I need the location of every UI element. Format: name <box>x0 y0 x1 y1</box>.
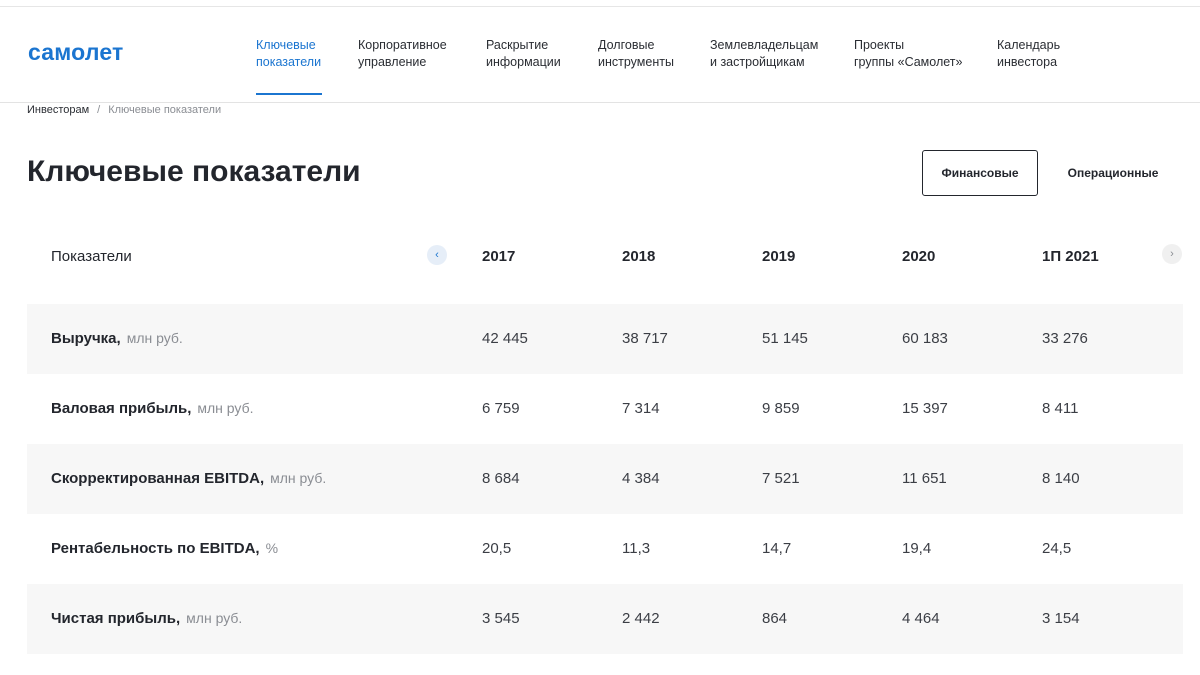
row-label: Скорректированная EBITDA, млн руб. <box>51 470 326 487</box>
page-title: Ключевые показатели <box>27 155 361 188</box>
table-row: Рентабельность по EBITDA,% 20,5 11,3 14,… <box>27 514 1183 584</box>
breadcrumb: Инвесторам / Ключевые показатели <box>27 104 221 116</box>
breadcrumb-separator: / <box>97 104 101 116</box>
metric-unit: млн руб. <box>270 470 327 486</box>
table-cell: 38 717 <box>622 330 668 347</box>
metric-name: Выручка, <box>51 330 121 347</box>
header-year: 2019 <box>762 248 796 265</box>
row-label: Выручка, млн руб. <box>51 330 183 347</box>
samolet-logo[interactable]: самолет <box>28 39 124 66</box>
table-cell: 42 445 <box>482 330 528 347</box>
table-cell: 864 <box>762 610 788 627</box>
table-cell: 8 140 <box>1042 470 1080 487</box>
metric-name: Скорректированная EBITDA, <box>51 470 265 487</box>
header-year: 1П 2021 <box>1042 248 1099 265</box>
active-nav-underline <box>256 93 322 95</box>
tab-operational[interactable]: Операционные <box>1054 150 1172 196</box>
breadcrumb-current: Ключевые показатели <box>108 104 222 116</box>
metric-unit: % <box>265 540 279 556</box>
metric-unit: млн руб. <box>197 400 254 416</box>
table-cell: 7 314 <box>622 400 660 417</box>
breadcrumb-root-link[interactable]: Инвесторам <box>27 104 89 116</box>
table-cell: 7 521 <box>762 470 800 487</box>
metric-unit: млн руб. <box>186 610 243 626</box>
nav-item-landowners[interactable]: Землевладельцам и застройщикам <box>710 37 818 71</box>
table-cell: 4 464 <box>902 610 940 627</box>
table-cell: 3 545 <box>482 610 520 627</box>
table-cell: 14,7 <box>762 540 792 557</box>
table-header: Показатели ‹ 2017 2018 2019 2020 1П 2021… <box>27 232 1183 282</box>
nav-item-disclosure[interactable]: Раскрытие информации <box>486 37 561 71</box>
table-cell: 15 397 <box>902 400 948 417</box>
header-label-indicators: Показатели <box>51 248 132 265</box>
table-cell: 33 276 <box>1042 330 1088 347</box>
table-cell: 8 411 <box>1042 400 1079 417</box>
table-row: Валовая прибыль, млн руб. 6 759 7 314 9 8… <box>27 374 1183 444</box>
chevron-right-icon[interactable]: › <box>1162 244 1182 264</box>
header-year: 2020 <box>902 248 936 265</box>
nav-item-corporate-governance[interactable]: Корпоративное управление <box>358 37 447 71</box>
table-cell: 51 145 <box>762 330 808 347</box>
table-cell: 9 859 <box>762 400 800 417</box>
chevron-left-icon[interactable]: ‹ <box>427 245 447 265</box>
table-cell: 4 384 <box>622 470 660 487</box>
row-label: Рентабельность по EBITDA,% <box>51 540 278 557</box>
tab-financial[interactable]: Финансовые <box>922 150 1038 196</box>
table-cell: 11 651 <box>902 470 947 487</box>
row-label: Чистая прибыль, млн руб. <box>51 610 242 627</box>
table-cell: 11,3 <box>622 540 651 557</box>
table-row: Скорректированная EBITDA, млн руб. 8 684 … <box>27 444 1183 514</box>
nav-item-investor-calendar[interactable]: Календарь инвестора <box>997 37 1060 71</box>
metric-name: Валовая прибыль, <box>51 400 192 417</box>
table-cell: 60 183 <box>902 330 948 347</box>
metric-unit: млн руб. <box>126 330 183 346</box>
table-cell: 24,5 <box>1042 540 1072 557</box>
metric-name: Рентабельность по EBITDA, <box>51 540 260 557</box>
header-year: 2017 <box>482 248 516 265</box>
table-cell: 3 154 <box>1042 610 1080 627</box>
site-header: самолет Ключевые показатели Корпоративно… <box>0 7 1200 103</box>
header-year: 2018 <box>622 248 656 265</box>
table-cell: 2 442 <box>622 610 660 627</box>
row-label: Валовая прибыль, млн руб. <box>51 400 254 417</box>
metric-name: Чистая прибыль, <box>51 610 181 627</box>
table-row: Выручка, млн руб. 42 445 38 717 51 145 60… <box>27 304 1183 374</box>
table-cell: 6 759 <box>482 400 520 417</box>
nav-item-group-projects[interactable]: Проекты группы «Самолет» <box>854 37 962 71</box>
table-row: Чистая прибыль, млн руб. 3 545 2 442 864 … <box>27 584 1183 654</box>
table-cell: 8 684 <box>482 470 520 487</box>
table-cell: 20,5 <box>482 540 512 557</box>
table-cell: 19,4 <box>902 540 932 557</box>
nav-item-key-indicators[interactable]: Ключевые показатели <box>256 37 321 71</box>
nav-item-debt-instruments[interactable]: Долговые инструменты <box>598 37 674 71</box>
